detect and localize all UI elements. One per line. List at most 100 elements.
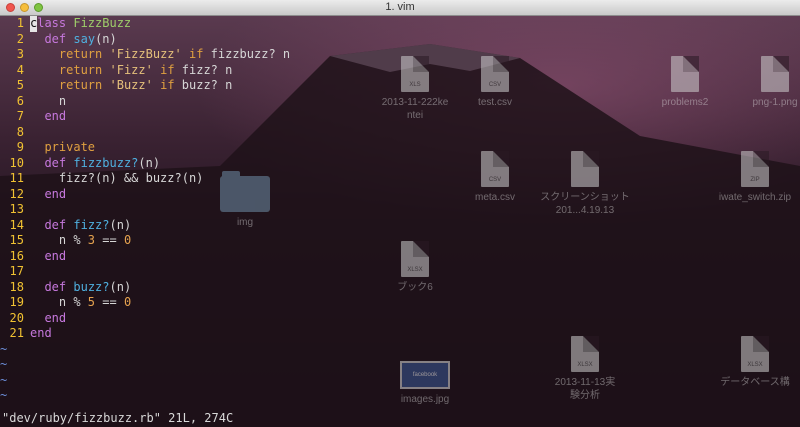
line-number: 14 bbox=[9, 217, 24, 232]
code-line[interactable]: 7 end bbox=[0, 109, 800, 125]
code-token: private bbox=[44, 140, 96, 154]
code-token: def bbox=[44, 155, 67, 170]
line-number: 12 bbox=[9, 186, 24, 201]
code-token: 5 bbox=[87, 295, 96, 309]
line-number: 7 bbox=[16, 109, 24, 123]
empty-line-tilde: ~ bbox=[0, 341, 8, 356]
line-number: 1 bbox=[16, 16, 24, 30]
code-token: def bbox=[44, 31, 67, 46]
code-line[interactable]: 4 return 'Fizz' if fizz? n bbox=[0, 63, 800, 79]
code-line[interactable]: 9 private bbox=[0, 140, 800, 156]
code-line[interactable]: 17 bbox=[0, 264, 800, 280]
line-number: 5 bbox=[16, 78, 24, 92]
code-token: fizz? n bbox=[174, 62, 233, 77]
line-number: 21 bbox=[9, 326, 24, 340]
code-token: end bbox=[44, 109, 67, 123]
code-line[interactable]: 14 def fizz?(n) bbox=[0, 218, 800, 234]
code-token: (n) bbox=[138, 155, 161, 170]
code-token: == bbox=[95, 295, 124, 309]
code-line[interactable]: 20 end bbox=[0, 311, 800, 327]
title-bar[interactable]: 1. vim bbox=[0, 0, 800, 16]
code-token: if bbox=[188, 47, 204, 61]
line-number: 9 bbox=[16, 140, 24, 154]
code-token: n % bbox=[30, 233, 88, 247]
line-number: 20 bbox=[9, 310, 24, 325]
code-line[interactable]: 15 n % 3 == 0 bbox=[0, 233, 800, 249]
empty-line-tilde: ~ bbox=[0, 388, 8, 402]
code-token: 'Fizz' bbox=[109, 62, 153, 77]
line-number: 3 bbox=[16, 47, 24, 61]
code-line[interactable]: 10 def fizzbuzz?(n) bbox=[0, 156, 800, 172]
code-token: end bbox=[44, 186, 67, 201]
code-token: if bbox=[160, 78, 175, 92]
vim-buffer[interactable]: XLS 2013-11-222ke ntei CSV test.csv problems… bbox=[0, 16, 800, 427]
code-token: def bbox=[44, 217, 67, 232]
code-token: say bbox=[73, 31, 96, 46]
code-token: n bbox=[30, 93, 67, 108]
code-area[interactable]: 1 class FizzBuzz 2 def say(n) 3 return 'Fiz… bbox=[0, 16, 800, 404]
code-line[interactable]: 6 n bbox=[0, 94, 800, 110]
line-number: 15 bbox=[9, 233, 24, 247]
code-token: fizz? bbox=[73, 217, 110, 232]
code-line[interactable]: 8 bbox=[0, 125, 800, 141]
code-line[interactable]: 12 end bbox=[0, 187, 800, 203]
code-line[interactable]: 19 n % 5 == 0 bbox=[0, 295, 800, 311]
code-token: n % bbox=[30, 295, 88, 309]
code-token: 0 bbox=[123, 295, 132, 309]
empty-line-tilde: ~ bbox=[0, 357, 8, 371]
line-number: 10 bbox=[9, 155, 24, 170]
code-token: 'Buzz' bbox=[109, 78, 153, 92]
vim-status-line: "dev/ruby/fizzbuzz.rb" 21L, 274C bbox=[2, 411, 234, 425]
line-number: 8 bbox=[16, 124, 24, 139]
empty-line-tilde: ~ bbox=[0, 372, 8, 387]
code-line[interactable]: 16 end bbox=[0, 249, 800, 265]
code-line[interactable]: 18 def buzz?(n) bbox=[0, 280, 800, 296]
code-token: lass bbox=[37, 16, 74, 30]
code-line[interactable]: 1 class FizzBuzz bbox=[0, 16, 800, 32]
code-token: (n) bbox=[109, 279, 132, 294]
line-number: 16 bbox=[9, 248, 24, 263]
code-token: == bbox=[95, 233, 124, 247]
code-line[interactable]: 3 return 'FizzBuzz' if fizzbuzz? n bbox=[0, 47, 800, 63]
line-number: 11 bbox=[9, 171, 24, 185]
code-token: (n) bbox=[95, 31, 117, 46]
line-number: 17 bbox=[9, 264, 24, 278]
code-token: def bbox=[44, 279, 67, 294]
code-line[interactable]: 5 return 'Buzz' if buzz? n bbox=[0, 78, 800, 94]
code-token: FizzBuzz bbox=[73, 16, 132, 30]
code-line[interactable]: 2 def say(n) bbox=[0, 32, 800, 48]
code-token: if bbox=[160, 62, 175, 77]
code-token: 'FizzBuzz' bbox=[109, 47, 182, 61]
line-number: 4 bbox=[16, 62, 24, 77]
line-number: 6 bbox=[16, 93, 24, 108]
code-token: fizz?(n) && buzz?(n) bbox=[30, 171, 204, 185]
code-token: end bbox=[30, 326, 52, 340]
code-token: fizzbuzz? bbox=[73, 155, 139, 170]
line-number: 13 bbox=[9, 202, 24, 216]
code-token: 3 bbox=[87, 233, 96, 247]
code-token: return bbox=[58, 78, 103, 92]
code-line[interactable]: 21 end bbox=[0, 326, 800, 342]
code-token: fizzbuzz? n bbox=[203, 47, 291, 61]
code-token: end bbox=[44, 248, 67, 263]
code-token: buzz? bbox=[73, 279, 110, 294]
code-token: 0 bbox=[123, 233, 132, 247]
terminal-window: 1. vim XLS 2013-11-222ke ntei CSV test.csv p… bbox=[0, 0, 800, 427]
code-line[interactable]: 13 bbox=[0, 202, 800, 218]
code-line[interactable]: 11 fizz?(n) && buzz?(n) bbox=[0, 171, 800, 187]
